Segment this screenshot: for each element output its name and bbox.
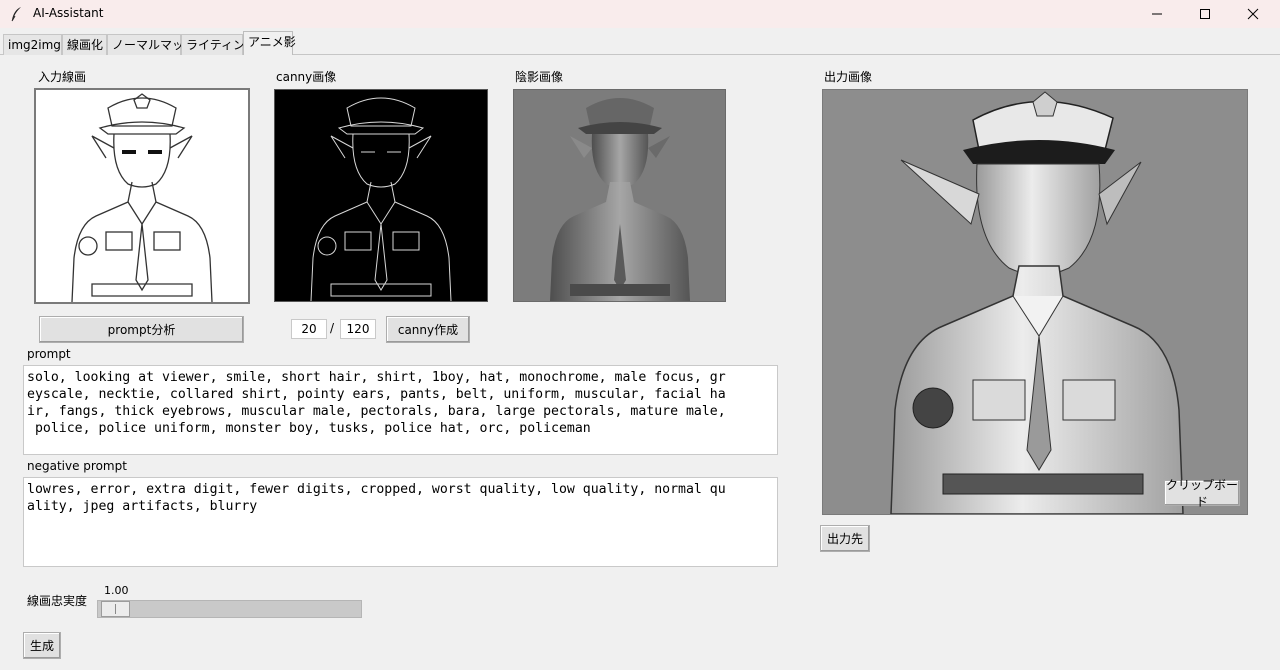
negative-prompt-textarea[interactable]: lowres, error, extra digit, fewer digits… (23, 477, 778, 567)
fidelity-label: 線画忠実度 (27, 594, 88, 608)
maximize-button[interactable] (1182, 0, 1228, 28)
canny-image-label: canny画像 (276, 70, 337, 84)
close-icon (1247, 8, 1259, 20)
output-image-label: 出力画像 (824, 70, 873, 84)
canny-edge-drawing (310, 97, 452, 301)
tab-normal-map[interactable]: ノーマルマップ (107, 34, 196, 55)
generate-button[interactable]: 生成 (23, 632, 61, 659)
shaded-figure-drawing (550, 98, 690, 301)
anime-shaded-orc-drawing (890, 91, 1184, 514)
tab-lineart[interactable]: 線画化 (62, 34, 107, 55)
prompt-analyze-button[interactable]: prompt分析 (39, 316, 244, 343)
shadow-image-label: 陰影画像 (515, 70, 564, 84)
title-bar: AI-Assistant (0, 0, 1280, 28)
canny-image[interactable] (274, 89, 488, 302)
canny-create-button[interactable]: canny作成 (386, 316, 470, 343)
prompt-label: prompt (27, 347, 71, 361)
shadow-image[interactable] (513, 89, 726, 302)
minimize-button[interactable] (1134, 0, 1180, 28)
window-title: AI-Assistant (33, 6, 104, 20)
fidelity-slider-thumb[interactable] (101, 601, 130, 617)
prompt-textarea[interactable]: solo, looking at viewer, smile, short ha… (23, 365, 778, 455)
tab-img2img[interactable]: img2img (3, 34, 62, 55)
input-lineart-label: 入力線画 (38, 70, 87, 84)
canny-high-threshold-input[interactable]: 120 (340, 319, 376, 339)
feather-icon (11, 7, 21, 22)
orc-lineart-drawing (71, 93, 213, 302)
input-lineart-image[interactable] (34, 88, 250, 304)
output-destination-button[interactable]: 出力先 (820, 525, 870, 552)
clipboard-button[interactable]: クリップボード (1164, 478, 1240, 509)
maximize-icon (1200, 9, 1210, 19)
fidelity-slider-track[interactable] (97, 600, 362, 618)
close-button[interactable] (1230, 0, 1276, 28)
tab-lighting[interactable]: ライティング (181, 34, 257, 55)
fidelity-value: 1.00 (104, 584, 129, 597)
minimize-icon (1152, 13, 1162, 15)
output-image[interactable] (822, 89, 1248, 515)
canny-low-threshold-input[interactable]: 20 (291, 319, 327, 339)
threshold-separator: / (330, 321, 335, 335)
negative-prompt-label: negative prompt (27, 459, 127, 473)
tab-anime-shadow[interactable]: アニメ影 (243, 31, 296, 55)
